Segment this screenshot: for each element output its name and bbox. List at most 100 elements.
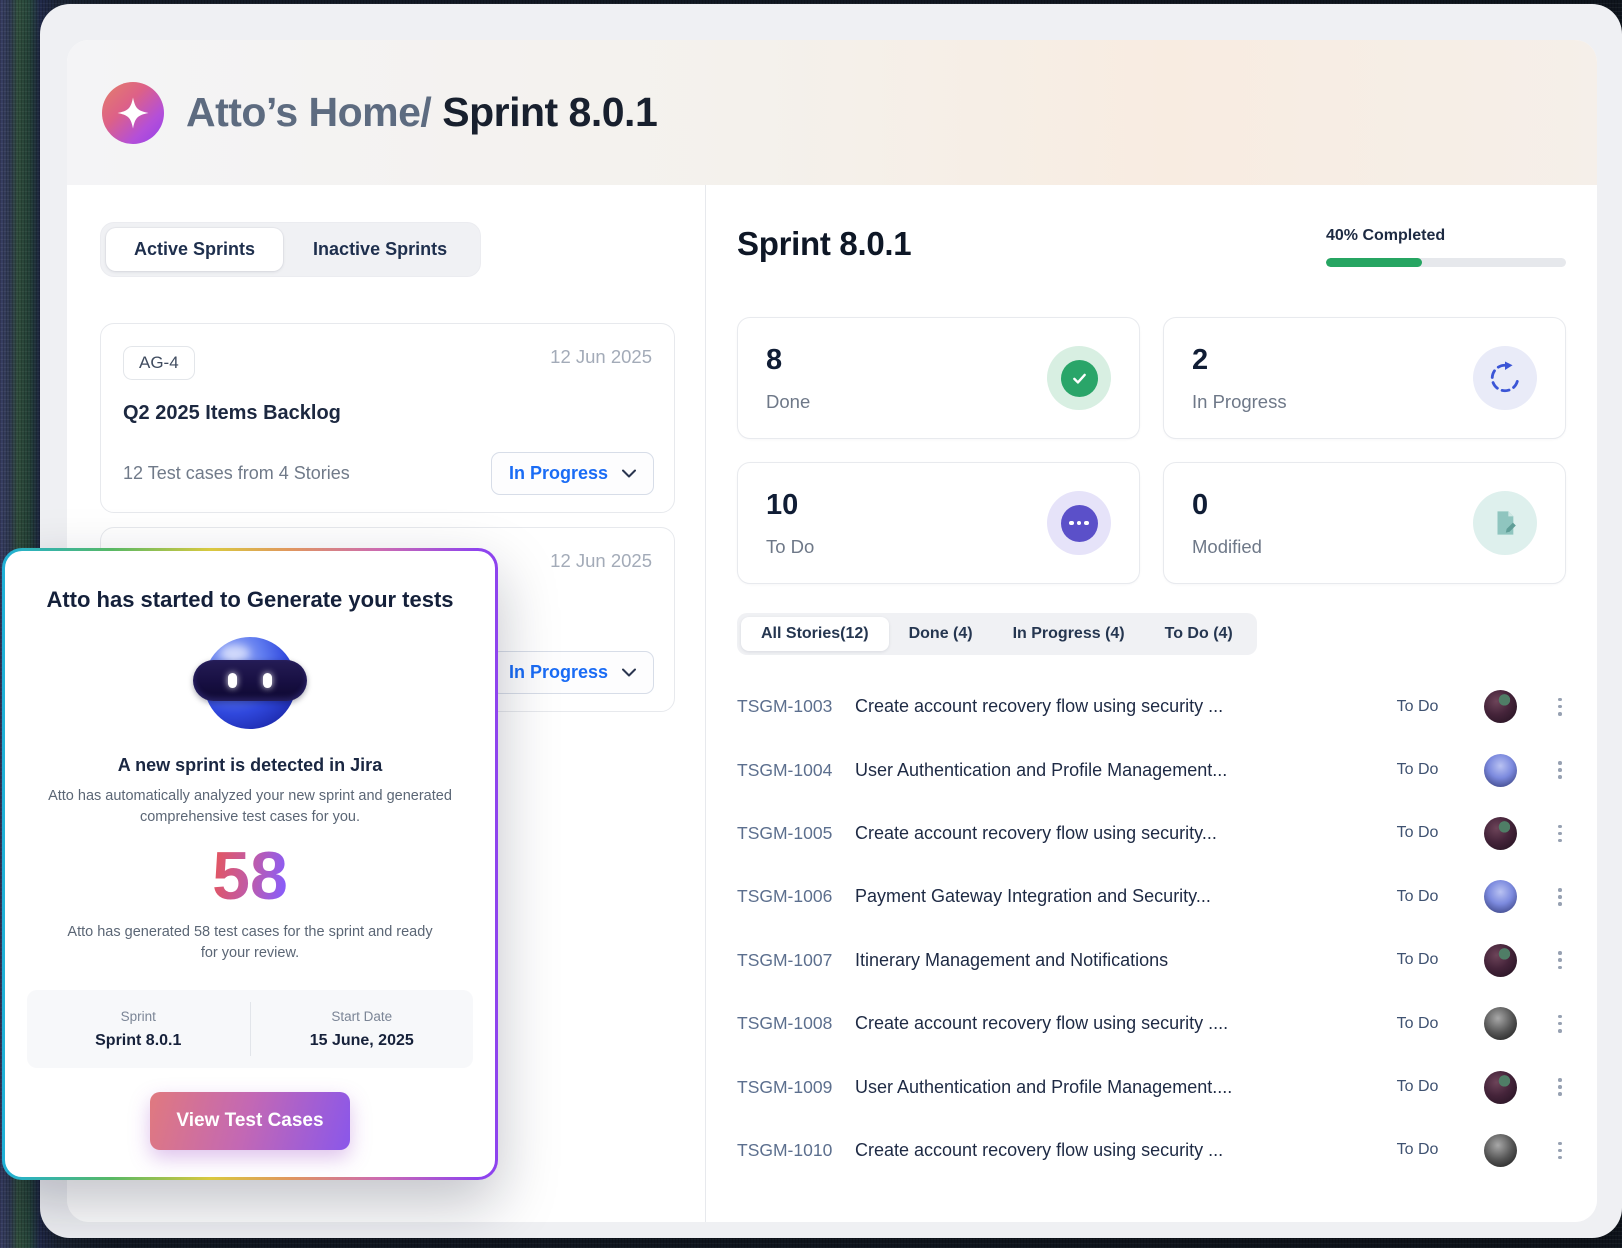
story-row[interactable]: TSGM-1004 User Authentication and Profil… [737, 738, 1566, 801]
avatar [1484, 880, 1517, 913]
check-icon [1047, 346, 1111, 410]
tab-all-stories[interactable]: All Stories(12) [741, 617, 889, 651]
start-date-label: Start Date [251, 1009, 474, 1024]
avatar [1484, 1134, 1517, 1167]
story-id: TSGM-1008 [737, 1013, 855, 1034]
tab-inactive-sprints[interactable]: Inactive Sprints [285, 228, 475, 271]
kebab-menu-icon[interactable] [1554, 757, 1566, 783]
kebab-menu-icon[interactable] [1554, 1074, 1566, 1100]
story-id: TSGM-1006 [737, 886, 855, 907]
story-row[interactable]: TSGM-1005 Create account recovery flow u… [737, 802, 1566, 865]
story-title: Create account recovery flow using secur… [855, 696, 1397, 717]
story-status: To Do [1397, 698, 1439, 716]
chevron-down-icon [622, 469, 636, 478]
progress-label: 40% Completed [1326, 227, 1566, 245]
story-id: TSGM-1009 [737, 1077, 855, 1098]
sprint-title: Sprint 8.0.1 [737, 225, 911, 263]
atto-logo-icon [102, 82, 164, 144]
avatar [1484, 817, 1517, 850]
status-dropdown[interactable]: In Progress [491, 651, 654, 694]
sprint-label: Sprint [27, 1009, 250, 1024]
story-title: Create account recovery flow using secur… [855, 1013, 1397, 1034]
avatar [1484, 1071, 1517, 1104]
sprint-value: Sprint 8.0.1 [27, 1032, 250, 1050]
stat-card-done: 8 Done [737, 317, 1140, 439]
status-dropdown-value: In Progress [509, 463, 608, 484]
story-status: To Do [1397, 888, 1439, 906]
stat-card-to-do: 10 To Do [737, 462, 1140, 584]
story-list: TSGM-1003 Create account recovery flow u… [737, 675, 1566, 1182]
tab-active-sprints[interactable]: Active Sprints [106, 228, 283, 271]
story-row[interactable]: TSGM-1010 Create account recovery flow u… [737, 1119, 1566, 1182]
sprint-detail-panel: Sprint 8.0.1 40% Completed 8 D [706, 185, 1597, 1222]
stat-card-modified: 0 Modified [1163, 462, 1566, 584]
todo-count: 10 [766, 489, 814, 522]
breadcrumb: Atto’s Home/ [186, 89, 431, 135]
story-status: To Do [1397, 824, 1439, 842]
story-title: Create account recovery flow using secur… [855, 1140, 1397, 1161]
tab-in-progress[interactable]: In Progress (4) [993, 617, 1145, 651]
view-test-cases-button[interactable]: View Test Cases [150, 1092, 350, 1150]
in-progress-count: 2 [1192, 344, 1287, 377]
kebab-menu-icon[interactable] [1554, 821, 1566, 847]
page-background: Atto’s Home/ Sprint 8.0.1 Active Sprints… [0, 0, 1622, 1248]
status-dropdown[interactable]: In Progress [491, 452, 654, 495]
story-row[interactable]: TSGM-1008 Create account recovery flow u… [737, 992, 1566, 1055]
robot-eye [228, 673, 237, 688]
atto-robot-icon [204, 637, 296, 729]
sprint-card-title: Q2 2025 Items Backlog [123, 402, 652, 425]
ellipsis-icon [1047, 491, 1111, 555]
kebab-menu-icon[interactable] [1554, 1138, 1566, 1164]
robot-visor [193, 660, 307, 701]
story-row[interactable]: TSGM-1006 Payment Gateway Integration an… [737, 865, 1566, 928]
story-filter-tabs: All Stories(12) Done (4) In Progress (4)… [737, 613, 1257, 655]
tab-done[interactable]: Done (4) [889, 617, 993, 651]
app-header: Atto’s Home/ Sprint 8.0.1 [67, 40, 1597, 185]
sprint-progress: 40% Completed [1326, 227, 1566, 267]
modified-label: Modified [1192, 536, 1262, 558]
sprint-date: 12 Jun 2025 [550, 550, 652, 572]
story-title: Payment Gateway Integration and Security… [855, 886, 1397, 907]
chevron-down-icon [622, 668, 636, 677]
refresh-icon [1473, 346, 1537, 410]
story-row[interactable]: TSGM-1009 User Authentication and Profil… [737, 1055, 1566, 1118]
status-dropdown-value: In Progress [509, 662, 608, 683]
story-row[interactable]: TSGM-1003 Create account recovery flow u… [737, 675, 1566, 738]
modal-title: Atto has started to Generate your tests [46, 587, 453, 613]
kebab-menu-icon[interactable] [1554, 1011, 1566, 1037]
tab-to-do[interactable]: To Do (4) [1145, 617, 1253, 651]
kebab-menu-icon[interactable] [1554, 694, 1566, 720]
robot-eye [263, 673, 272, 688]
sprint-key-badge: AG-4 [123, 346, 195, 380]
document-edit-icon [1473, 491, 1537, 555]
modified-count: 0 [1192, 489, 1262, 522]
kebab-menu-icon[interactable] [1554, 947, 1566, 973]
story-id: TSGM-1003 [737, 696, 855, 717]
generated-test-count: 58 [212, 842, 288, 910]
stat-card-in-progress: 2 In Progress [1163, 317, 1566, 439]
story-status: To Do [1397, 1078, 1439, 1096]
story-status: To Do [1397, 1141, 1439, 1159]
sprint-filter-tabs: Active Sprints Inactive Sprints [100, 222, 481, 277]
sprint-card[interactable]: AG-4 12 Jun 2025 Q2 2025 Items Backlog 1… [100, 323, 675, 513]
kebab-menu-icon[interactable] [1554, 884, 1566, 910]
progress-fill [1326, 258, 1422, 267]
in-progress-label: In Progress [1192, 391, 1287, 413]
story-status: To Do [1397, 1015, 1439, 1033]
avatar [1484, 944, 1517, 977]
story-status: To Do [1397, 951, 1439, 969]
story-title: Create account recovery flow using secur… [855, 823, 1397, 844]
avatar [1484, 754, 1517, 787]
story-id: TSGM-1010 [737, 1140, 855, 1161]
count-caption: Atto has generated 58 test cases for the… [60, 922, 440, 964]
story-row[interactable]: TSGM-1007 Itinerary Management and Notif… [737, 929, 1566, 992]
start-date-value: 15 June, 2025 [251, 1032, 474, 1050]
modal-description: Atto has automatically analyzed your new… [45, 786, 455, 828]
story-title: User Authentication and Profile Manageme… [855, 1077, 1397, 1098]
sprint-stats: 8 Done 2 In [737, 317, 1566, 584]
story-title: User Authentication and Profile Manageme… [855, 760, 1397, 781]
breadcrumb-current: Sprint 8.0.1 [442, 89, 657, 135]
page-title: Atto’s Home/ Sprint 8.0.1 [186, 89, 657, 136]
sprint-card-subtitle: 12 Test cases from 4 Stories [123, 463, 350, 484]
modal-subtitle: A new sprint is detected in Jira [118, 755, 382, 776]
